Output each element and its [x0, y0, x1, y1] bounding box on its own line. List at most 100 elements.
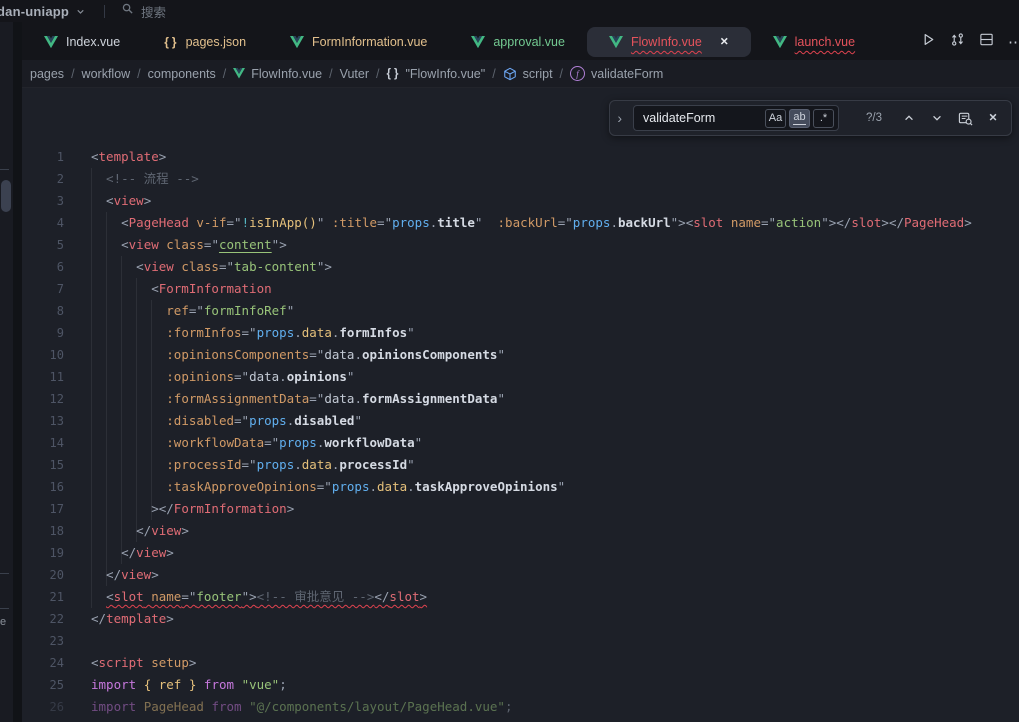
code-line-content: <view class="content">	[91, 234, 287, 256]
find-in-selection-button[interactable]	[955, 108, 975, 128]
tab-FormInformation.vue[interactable]: FormInformation.vue	[268, 27, 449, 57]
tab-label: launch.vue	[795, 35, 855, 49]
code-token: <!-- 审批意见 -->	[257, 589, 375, 604]
more-actions-button[interactable]: ⋯	[1008, 33, 1019, 51]
code-line-10[interactable]: 10 :opinionsComponents="data.opinionsCom…	[22, 344, 1019, 366]
code-line-content: <PageHead v-if="!isInApp()" :title="prop…	[91, 212, 972, 234]
code-token	[91, 369, 166, 384]
breadcrumb-separator: /	[71, 67, 74, 81]
code-token: "@/components/layout/PageHead.vue"	[249, 699, 505, 714]
run-button[interactable]	[921, 32, 936, 52]
tab-launch.vue[interactable]: launch.vue	[751, 27, 877, 57]
regex-button[interactable]: .*	[813, 109, 834, 128]
breadcrumb-item-pages[interactable]: pages	[30, 67, 64, 81]
code-token: "	[497, 391, 505, 406]
code-token: formInfos	[339, 325, 407, 340]
json-icon: { }	[164, 35, 177, 49]
code-line-5[interactable]: 5 <view class="content">	[22, 234, 1019, 256]
tab-FlowInfo.vue[interactable]: FlowInfo.vue✕	[587, 27, 751, 57]
code-token: FormInformation	[174, 501, 287, 516]
whole-word-button[interactable]: ab	[789, 109, 810, 128]
breadcrumb-item-FlowInfo.vue[interactable]: FlowInfo.vue	[233, 67, 322, 81]
code-line-11[interactable]: 11 :opinions="data.opinions"	[22, 366, 1019, 388]
tab-bar: Index.vue{ }pages.jsonFormInformation.vu…	[22, 24, 1019, 60]
vue-icon	[471, 36, 485, 48]
code-line-16[interactable]: 16 :taskApproveOpinions="props.data.task…	[22, 476, 1019, 498]
code-line-content: <FormInformation	[91, 278, 272, 300]
code-line-24[interactable]: 24<script setup>	[22, 652, 1019, 674]
breadcrumb-item-components[interactable]: components	[148, 67, 216, 81]
breadcrumb-item-script[interactable]: script	[503, 67, 553, 81]
code-line-19[interactable]: 19 </view>	[22, 542, 1019, 564]
code-line-8[interactable]: 8 ref="formInfoRef"	[22, 300, 1019, 322]
code-token: .	[369, 479, 377, 494]
code-token	[482, 215, 497, 230]
title-bar: dan-uniapp 搜索	[0, 0, 1019, 22]
code-line-21[interactable]: 21 <slot name="footer"><!-- 审批意见 --></sl…	[22, 586, 1019, 608]
global-search-button[interactable]: 搜索	[121, 2, 166, 21]
code-token: import	[91, 699, 136, 714]
code-token: :opinionsComponents	[166, 347, 309, 362]
code-line-15[interactable]: 15 :processId="props.data.processId"	[22, 454, 1019, 476]
code-token: action	[776, 215, 821, 230]
find-input[interactable]	[643, 111, 761, 125]
breadcrumb-item-workflow[interactable]: workflow	[82, 67, 131, 81]
code-token: props	[392, 215, 430, 230]
code-token: view	[144, 259, 174, 274]
code-line-6[interactable]: 6 <view class="tab-content">	[22, 256, 1019, 278]
code-line-12[interactable]: 12 :formAssignmentData="data.formAssignm…	[22, 388, 1019, 410]
code-token: ="	[242, 457, 257, 472]
code-line-content: :processId="props.data.processId"	[91, 454, 415, 476]
code-token: data	[302, 325, 332, 340]
code-area[interactable]: 1<template>2 <!-- 流程 -->3 <view>4 <PageH…	[22, 88, 1019, 722]
code-line-2[interactable]: 2 <!-- 流程 -->	[22, 168, 1019, 190]
scrollbar-thumb[interactable]	[1, 180, 11, 212]
code-line-18[interactable]: 18 </view>	[22, 520, 1019, 542]
code-token: :backUrl	[498, 215, 558, 230]
code-token: ">	[242, 589, 257, 604]
match-case-button[interactable]: Aa	[765, 109, 786, 128]
code-token: ;	[279, 677, 287, 692]
code-line-23[interactable]: 23	[22, 630, 1019, 652]
code-token: <	[91, 193, 114, 208]
tab-approval.vue[interactable]: approval.vue	[449, 27, 587, 57]
sidebar-fragment	[0, 169, 9, 170]
close-find-icon[interactable]: ✕	[983, 108, 1003, 128]
close-tab-icon[interactable]: ✕	[720, 36, 729, 48]
previous-match-button[interactable]	[899, 108, 919, 128]
breadcrumb-item-FlowInfo.vue[interactable]: { }"FlowInfo.vue"	[387, 67, 486, 81]
breadcrumb: pages/workflow/components/FlowInfo.vue/V…	[22, 60, 1019, 88]
breadcrumb-item-validateForm[interactable]: fvalidateForm	[570, 66, 663, 81]
code-line-4[interactable]: 4 <PageHead v-if="!isInApp()" :title="pr…	[22, 212, 1019, 234]
code-line-25[interactable]: 25import { ref } from "vue";	[22, 674, 1019, 696]
toggle-replace-button[interactable]: ›	[614, 111, 625, 125]
code-line-9[interactable]: 9 :formInfos="props.data.formInfos"	[22, 322, 1019, 344]
breadcrumb-item-Vuter[interactable]: Vuter	[340, 67, 369, 81]
code-line-content: :workflowData="props.workflowData"	[91, 432, 422, 454]
compare-button[interactable]	[950, 32, 965, 52]
code-line-17[interactable]: 17 ></FormInformation>	[22, 498, 1019, 520]
code-line-3[interactable]: 3 <view>	[22, 190, 1019, 212]
code-token: :workflowData	[166, 435, 264, 450]
code-token: data	[324, 391, 354, 406]
tab-pages.json[interactable]: { }pages.json	[142, 27, 268, 57]
code-line-7[interactable]: 7 <FormInformation	[22, 278, 1019, 300]
code-token: >	[181, 523, 189, 538]
code-token: v-if	[196, 215, 226, 230]
code-line-1[interactable]: 1<template>	[22, 146, 1019, 168]
breadcrumb-label: pages	[30, 67, 64, 81]
code-line-14[interactable]: 14 :workflowData="props.workflowData"	[22, 432, 1019, 454]
code-line-22[interactable]: 22</template>	[22, 608, 1019, 630]
code-line-20[interactable]: 20 </view>	[22, 564, 1019, 586]
breadcrumb-separator: /	[560, 67, 563, 81]
breadcrumb-separator: /	[223, 67, 226, 81]
function-icon: f	[570, 66, 585, 81]
tab-Index.vue[interactable]: Index.vue	[22, 27, 142, 57]
line-number: 1	[22, 146, 64, 168]
next-match-button[interactable]	[927, 108, 947, 128]
project-selector[interactable]: dan-uniapp	[0, 4, 86, 19]
code-line-13[interactable]: 13 :disabled="props.disabled"	[22, 410, 1019, 432]
code-token: slot	[851, 215, 881, 230]
split-editor-button[interactable]	[979, 32, 994, 52]
code-line-26[interactable]: 26import PageHead from "@/components/lay…	[22, 696, 1019, 718]
